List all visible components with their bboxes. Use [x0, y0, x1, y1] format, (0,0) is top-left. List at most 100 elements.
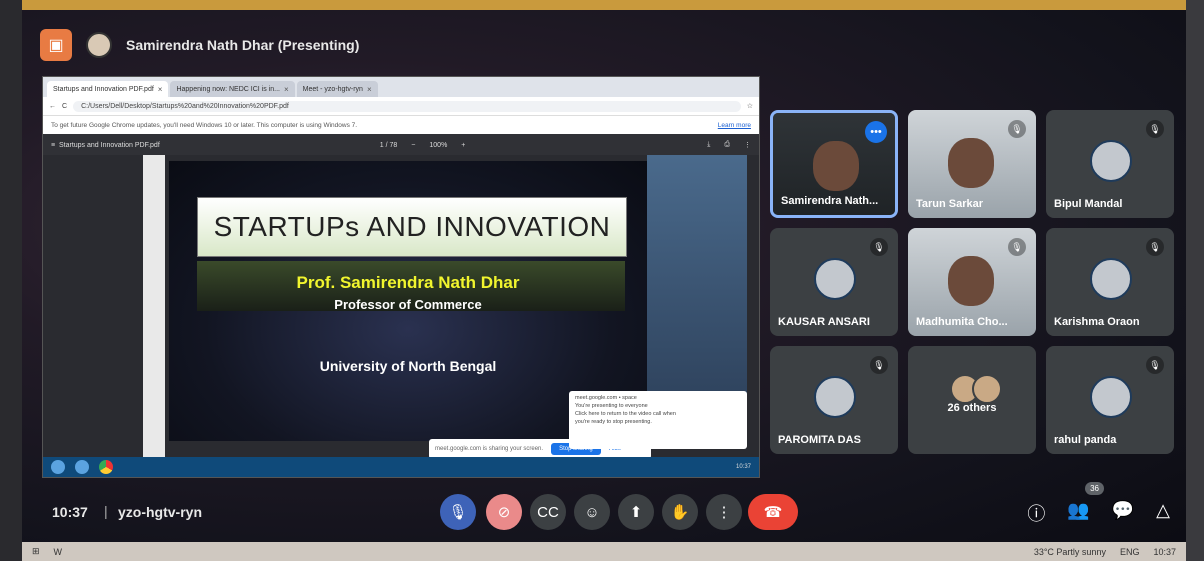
separator: | — [104, 503, 108, 519]
mic-off-icon: 🎙 — [870, 356, 888, 374]
more-vert-icon[interactable]: ⋮ — [744, 141, 751, 149]
taskbar-clock: 10:37 — [1153, 546, 1176, 557]
participant-name: PAROMITA DAS — [778, 434, 861, 446]
browser-top-strip — [0, 0, 1204, 10]
participant-tile[interactable]: 🎙 Tarun Sarkar — [908, 110, 1036, 218]
participant-tile[interactable]: ••• Samirendra Nath... — [770, 110, 898, 218]
ie-icon[interactable] — [75, 460, 89, 474]
popup-line: meet.google.com • space — [575, 395, 637, 401]
captions-button[interactable]: CC — [530, 494, 566, 530]
pdf-viewer: STARTUPs AND INNOVATION Prof. Samirendra… — [43, 155, 759, 459]
meeting-controls: 10:37 | yzo-hgtv-ryn 🎙 ⊘ CC ☺ ⬆ ✋ ⋮ ☎ 36… — [30, 482, 1180, 538]
participant-name: Karishma Oraon — [1054, 316, 1140, 328]
update-notice: To get future Google Chrome updates, you… — [43, 115, 759, 134]
activities-icon[interactable]: △ — [1156, 500, 1170, 526]
mic-off-icon: 🎙 — [1008, 238, 1026, 256]
tab-label: Meet - yzo-hgtv-ryn — [302, 85, 363, 93]
people-icon[interactable]: 👥 — [1067, 500, 1089, 526]
others-count: 26 others — [947, 402, 997, 414]
mic-off-icon: 🎙 — [1146, 120, 1164, 138]
browser-tabs: Startups and Innovation PDF.pdf × Happeni… — [43, 77, 759, 97]
avatar — [1090, 140, 1132, 182]
print-icon[interactable]: ⎙ — [724, 141, 730, 149]
tab-pdf[interactable]: Startups and Innovation PDF.pdf × — [47, 81, 169, 97]
windows-start-icon[interactable] — [51, 460, 65, 474]
chat-icon[interactable]: 💬 — [1112, 500, 1134, 526]
slide-role: Professor of Commerce — [334, 297, 482, 312]
page-gutter — [143, 155, 165, 457]
participant-name: Bipul Mandal — [1054, 198, 1123, 210]
raise-hand-button[interactable]: ✋ — [662, 494, 698, 530]
emoji-button[interactable]: ☺ — [574, 494, 610, 530]
page-info[interactable]: 1 / 78 — [380, 142, 398, 149]
menu-icon[interactable]: ≡ — [51, 142, 55, 149]
others-avatars — [950, 374, 1002, 404]
close-icon[interactable]: × — [158, 85, 163, 94]
popup-line: you're ready to stop presenting. — [575, 419, 652, 425]
tab-label: Startups and Innovation PDF.pdf — [53, 85, 154, 93]
tab-meet[interactable]: Meet - yzo-hgtv-ryn × — [296, 81, 378, 97]
info-icon[interactable]: ⓘ — [1027, 500, 1045, 526]
url-field[interactable]: C:/Users/Dell/Desktop/Startups%20and%20I… — [73, 100, 741, 112]
presenting-popup[interactable]: meet.google.com • space You're presentin… — [569, 391, 747, 449]
reload-icon[interactable]: C — [62, 103, 67, 110]
zoom-out-icon[interactable]: − — [411, 142, 415, 149]
tab-label: Happening now: NEDC ICI is in... — [176, 85, 280, 93]
zoom-in-icon[interactable]: + — [461, 142, 465, 149]
participant-tile[interactable]: 🎙 PAROMITA DAS — [770, 346, 898, 454]
weather: 33°C Partly sunny — [1033, 546, 1106, 557]
chrome-icon[interactable] — [99, 460, 113, 474]
participant-face — [948, 138, 994, 188]
mic-off-icon: 🎙 — [1146, 238, 1164, 256]
lang-indicator: ENG — [1119, 546, 1140, 557]
star-icon[interactable]: ☆ — [747, 102, 753, 110]
present-button[interactable]: ⬆ — [618, 494, 654, 530]
right-edge — [1186, 0, 1204, 561]
participant-tile[interactable]: 🎙 Bipul Mandal — [1046, 110, 1174, 218]
close-icon[interactable]: × — [367, 85, 372, 94]
more-options-icon[interactable]: ••• — [865, 121, 887, 143]
avatar — [1090, 376, 1132, 418]
participant-name: rahul panda — [1054, 434, 1117, 446]
avatar — [814, 258, 856, 300]
inner-clock: 10:37 — [735, 464, 751, 470]
popup-line: Click here to return to the video call w… — [575, 411, 676, 417]
inner-taskbar: 10:37 — [43, 457, 759, 477]
slide-title: STARTUPs AND INNOVATION — [213, 211, 611, 242]
windows-taskbar: ⊞ W 33°C Partly sunny ENG 10:37 — [22, 542, 1186, 561]
slide-author: Prof. Samirendra Nath Dhar — [296, 273, 520, 292]
participant-name: Samirendra Nath... — [781, 195, 879, 207]
shared-screen: Startups and Innovation PDF.pdf × Happeni… — [42, 76, 760, 478]
sharing-text: meet.google.com is sharing your screen. — [435, 446, 544, 452]
presenter-avatar — [86, 32, 112, 58]
address-bar: ← C C:/Users/Dell/Desktop/Startups%20and… — [43, 97, 759, 115]
camera-off-button[interactable]: ⊘ — [486, 494, 522, 530]
zoom-level: 100% — [429, 141, 448, 149]
meeting-code: yzo-hgtv-ryn — [118, 504, 202, 520]
participant-name: Madhumita Cho... — [916, 316, 1008, 328]
avatar — [1090, 258, 1132, 300]
people-count-badge: 36 — [1085, 482, 1104, 495]
end-call-button[interactable]: ☎ — [748, 494, 798, 530]
word-icon[interactable]: W — [54, 547, 63, 557]
close-icon[interactable]: × — [284, 85, 289, 94]
mic-button[interactable]: 🎙 — [440, 494, 476, 530]
more-options-button[interactable]: ⋮ — [706, 494, 742, 530]
download-icon[interactable]: ⤓ — [707, 141, 710, 149]
learn-more-link[interactable]: Learn more — [718, 122, 751, 129]
participant-face — [948, 256, 994, 306]
presenter-name: Samirendra Nath Dhar (Presenting) — [126, 37, 360, 53]
participant-tile[interactable]: 🎙 Madhumita Cho... — [908, 228, 1036, 336]
others-tile[interactable]: 26 others — [908, 346, 1036, 454]
pdf-toolbar: ≡ Startups and Innovation PDF.pdf 1 / 78… — [43, 134, 759, 156]
present-screen-icon[interactable]: ▣ — [40, 29, 72, 61]
participant-tile[interactable]: 🎙 Karishma Oraon — [1046, 228, 1174, 336]
meeting-time: 10:37 — [52, 504, 88, 520]
start-icon[interactable]: ⊞ — [32, 546, 40, 557]
mic-off-icon: 🎙 — [1008, 120, 1026, 138]
notice-text: To get future Google Chrome updates, you… — [51, 121, 358, 129]
participant-tile[interactable]: 🎙 rahul panda — [1046, 346, 1174, 454]
tab-happening[interactable]: Happening now: NEDC ICI is in... × — [170, 81, 295, 97]
participant-tile[interactable]: 🎙 KAUSAR ANSARI — [770, 228, 898, 336]
back-icon[interactable]: ← — [49, 103, 56, 110]
